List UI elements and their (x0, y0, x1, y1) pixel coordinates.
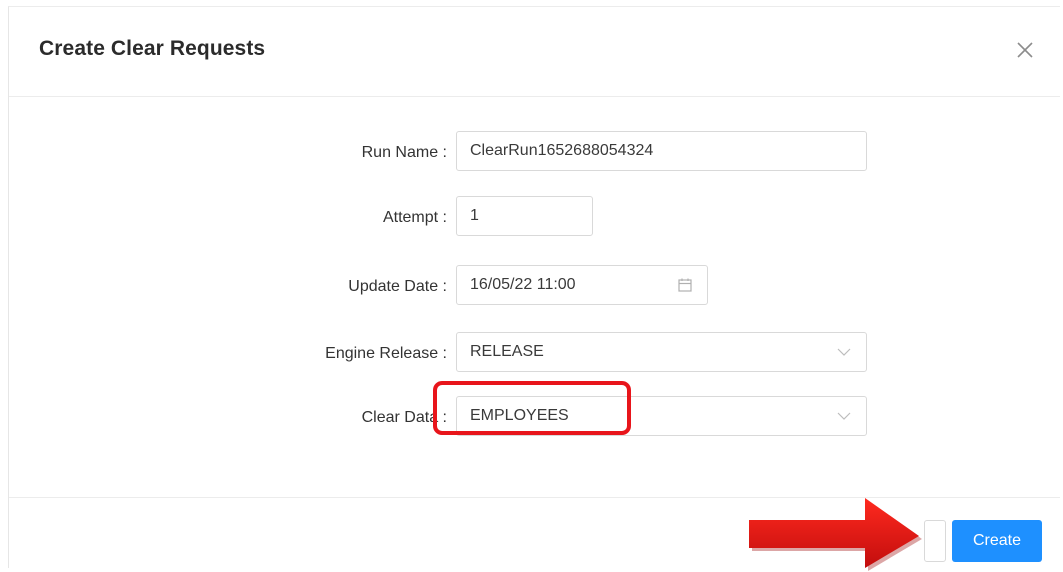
attempt-value: 1 (470, 207, 479, 224)
calendar-icon[interactable] (677, 277, 693, 293)
create-button[interactable]: Create (952, 520, 1042, 562)
form-row-attempt: Attempt : 1 (9, 196, 1061, 240)
engine-release-value: RELEASE (470, 343, 544, 360)
dialog-footer: Create (9, 497, 1060, 570)
form-row-update-date: Update Date : 16/05/22 11:00 (9, 265, 1061, 309)
form-row-engine-release: Engine Release : RELEASE (9, 332, 1061, 376)
engine-release-select[interactable]: RELEASE (456, 332, 867, 372)
chevron-down-icon[interactable] (836, 344, 852, 360)
update-date-value: 16/05/22 11:00 (470, 276, 576, 293)
run-name-input[interactable]: ClearRun1652688054324 (456, 131, 867, 171)
attempt-input[interactable]: 1 (456, 196, 593, 236)
clear-data-value: EMPLOYEES (470, 407, 569, 424)
close-icon[interactable] (1012, 37, 1038, 63)
form-row-clear-data: Clear Data : EMPLOYEES (9, 396, 1061, 440)
dialog-header: Create Clear Requests (9, 7, 1060, 97)
run-name-value: ClearRun1652688054324 (470, 142, 654, 159)
update-date-picker[interactable]: 16/05/22 11:00 (456, 265, 708, 305)
engine-release-label: Engine Release : (325, 345, 447, 362)
create-clear-requests-dialog: Create Clear Requests Run Name : ClearRu… (8, 6, 1060, 568)
cancel-button[interactable] (924, 520, 946, 562)
attempt-label: Attempt : (382, 209, 447, 226)
form-row-run-name: Run Name : ClearRun1652688054324 (9, 131, 1061, 175)
dialog-title: Create Clear Requests (39, 37, 266, 60)
run-name-label: Run Name : (361, 144, 447, 161)
clear-data-select[interactable]: EMPLOYEES (456, 396, 867, 436)
chevron-down-icon[interactable] (836, 408, 852, 424)
clear-data-label: Clear Data : (361, 409, 447, 426)
update-date-label: Update Date : (348, 278, 447, 295)
